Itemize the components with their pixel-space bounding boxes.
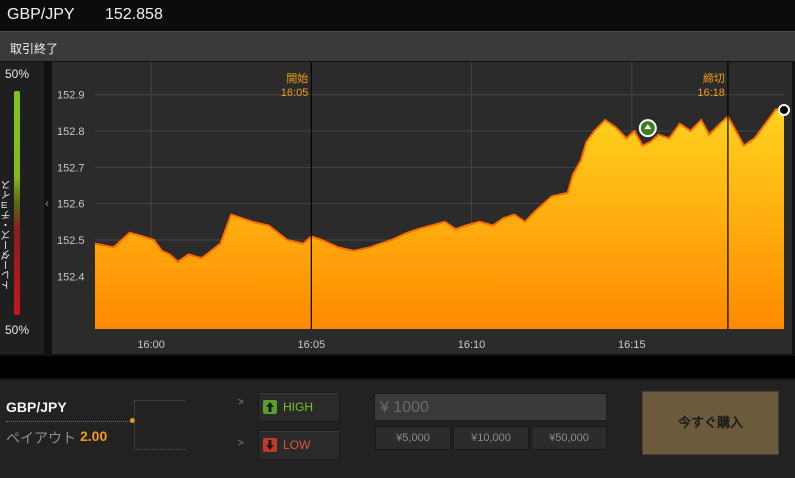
- payout-divider: [6, 421, 132, 422]
- marker-time: 16:18: [697, 87, 725, 99]
- preset-10000-button[interactable]: ¥10,000: [453, 426, 529, 450]
- amount-input[interactable]: ¥ 1000: [374, 393, 607, 421]
- option-bracket: [134, 400, 185, 450]
- preset-5000-button[interactable]: ¥5,000: [375, 426, 451, 450]
- price-chart: 開始 16:05 締切 16:18 152.9 152.8 152.7 152.6 152.5…: [52, 62, 792, 354]
- status-bar: 取引終了: [0, 31, 795, 61]
- symbol-label: GBP/JPY: [7, 6, 75, 23]
- buy-now-button[interactable]: 今すぐ購入: [642, 391, 779, 455]
- x-tick-label: 16:00: [137, 339, 165, 351]
- marker-label: 締切: [703, 71, 725, 85]
- payout-label: ペイアウト: [6, 430, 76, 446]
- header-bar: GBP/JPY 152.858: [0, 0, 795, 31]
- collapse-panel-icon[interactable]: ‹: [45, 196, 49, 210]
- preset-50000-button[interactable]: ¥50,000: [531, 426, 607, 450]
- traders-choice-panel: 50% トレーダーズ・チョイス 50%: [0, 62, 44, 354]
- high-percent: 50%: [5, 67, 30, 81]
- x-tick-label: 16:05: [298, 339, 326, 351]
- x-tick-label: 16:10: [458, 339, 486, 351]
- low-label: LOW: [283, 438, 311, 452]
- separator-strip: [0, 356, 795, 378]
- y-tick-label: 152.5: [57, 235, 85, 247]
- marker-time: 16:05: [281, 87, 309, 99]
- low-percent: 50%: [5, 323, 30, 337]
- y-tick-label: 152.4: [57, 271, 85, 283]
- trade-panel: GBP/JPY ペイアウト 2.00 > > HIGH LOW ¥ 1000 ¥…: [0, 380, 795, 478]
- current-price-dot: [778, 103, 790, 116]
- x-tick-label: 16:15: [618, 339, 646, 351]
- low-button[interactable]: LOW: [258, 430, 340, 460]
- y-tick-label: 152.7: [57, 162, 85, 174]
- trade-status: 取引終了: [10, 42, 59, 56]
- marker-label: 開始: [286, 71, 308, 85]
- high-button[interactable]: HIGH: [258, 392, 340, 422]
- y-tick-label: 152.6: [57, 199, 85, 211]
- y-tick-label: 152.8: [57, 126, 85, 138]
- traders-choice-label: トレーダーズ・チョイス: [2, 180, 13, 290]
- y-tick-label: 152.9: [57, 90, 85, 102]
- high-label: HIGH: [283, 400, 313, 414]
- current-price: 152.858: [105, 6, 163, 23]
- arrow-up-icon: [263, 400, 277, 414]
- chevron-right-icon: >: [238, 438, 244, 449]
- asset-name: GBP/JPY: [6, 399, 67, 415]
- payout-value: 2.00: [80, 428, 108, 444]
- chevron-right-icon: >: [238, 397, 244, 408]
- arrow-down-icon: [263, 438, 277, 452]
- amount-value: ¥ 1000: [380, 399, 429, 416]
